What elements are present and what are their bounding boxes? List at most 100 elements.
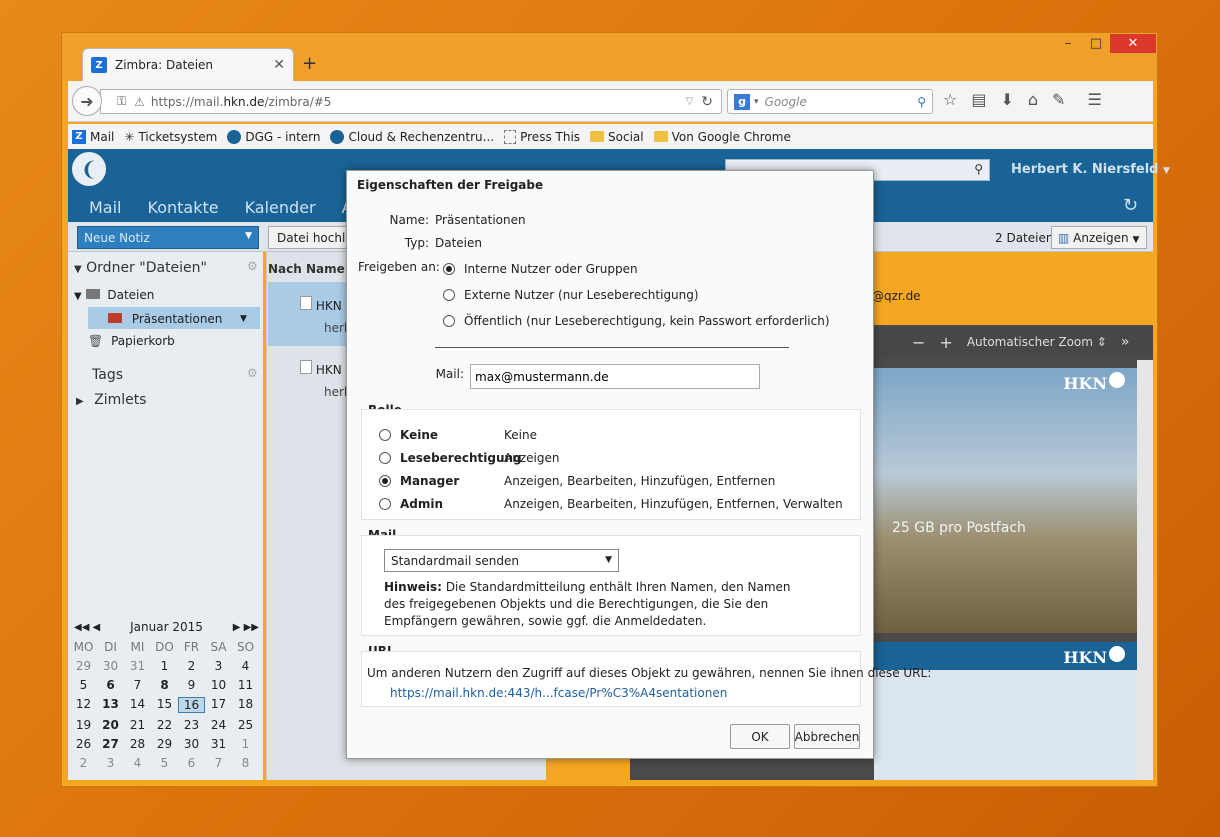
calendar-day[interactable]: 31 xyxy=(205,737,232,751)
refresh-icon[interactable]: ↻ xyxy=(1123,195,1138,216)
list-item[interactable]: HKN herb xyxy=(300,360,352,399)
calendar-day[interactable]: 26 xyxy=(70,737,97,751)
zoom-select[interactable]: Automatischer Zoom ⇕ xyxy=(967,335,1107,349)
calendar-day[interactable]: 23 xyxy=(178,718,205,732)
share-option-external[interactable]: Externe Nutzer (nur Leseberechtigung) xyxy=(443,288,699,302)
calendar-day[interactable]: 2 xyxy=(178,659,205,673)
calendar-day[interactable]: 11 xyxy=(232,678,259,692)
minimize-button[interactable]: – xyxy=(1054,34,1082,53)
folder-dateien[interactable]: ▼ Dateien xyxy=(74,288,154,302)
gear-icon[interactable]: ⚙ xyxy=(247,366,258,380)
calendar-day[interactable]: 2 xyxy=(70,756,97,770)
calendar-day[interactable]: 22 xyxy=(151,718,178,732)
calendar-day[interactable]: 4 xyxy=(232,659,259,673)
folder-papierkorb[interactable]: 🗑 Papierkorb xyxy=(88,334,175,348)
view-button[interactable]: ▥ Anzeigen ▼ xyxy=(1051,226,1147,249)
close-window-button[interactable]: ✕ xyxy=(1110,34,1156,53)
bookmark-press-this[interactable]: Press This xyxy=(504,129,580,144)
expand-icon[interactable]: ▶ xyxy=(76,396,84,407)
download-icon[interactable]: ⬇ xyxy=(1000,90,1013,109)
bookmark-star-icon[interactable]: ☆ xyxy=(943,90,957,109)
bookmark-ticketsystem[interactable]: ✳ Ticketsystem xyxy=(124,130,217,144)
calendar-day[interactable]: 1 xyxy=(232,737,259,751)
calendar-day[interactable]: 24 xyxy=(205,718,232,732)
home-icon[interactable]: ⌂ xyxy=(1028,90,1038,109)
calendar-day[interactable]: 27 xyxy=(97,737,124,751)
double-chevron-icon[interactable]: » xyxy=(1121,334,1130,350)
viewer-scrollbar[interactable] xyxy=(1137,360,1153,780)
role-leseberechtigung[interactable]: Leseberechtigung xyxy=(379,451,522,465)
radio-role-keine[interactable] xyxy=(379,429,391,441)
reload-icon[interactable]: ↻ xyxy=(701,94,713,110)
ok-button[interactable]: OK xyxy=(730,724,790,749)
calendar-day[interactable]: 31 xyxy=(124,659,151,673)
calendar-day[interactable]: 6 xyxy=(178,756,205,770)
dropdown-arrow-icon[interactable]: ▽ xyxy=(686,96,694,107)
calendar-day[interactable]: 30 xyxy=(178,737,205,751)
address-bar[interactable]: ⚿ ⚠ https://mail. hkn.de/zimbra/#5 ▽ ↻ xyxy=(100,89,722,114)
calendar-day[interactable]: 25 xyxy=(232,718,259,732)
calendar-day[interactable]: 7 xyxy=(205,756,232,770)
chevron-down-icon[interactable]: ▼ xyxy=(245,231,252,241)
pin-icon[interactable]: ✎ xyxy=(1052,90,1065,109)
maximize-button[interactable]: □ xyxy=(1082,34,1110,53)
tab-kontakte[interactable]: Kontakte xyxy=(148,198,219,217)
calendar-day[interactable]: 3 xyxy=(205,659,232,673)
folder-praesentationen[interactable]: Präsentationen ▼ xyxy=(108,312,247,326)
radio-external[interactable] xyxy=(443,289,455,301)
calendar-day[interactable]: 29 xyxy=(151,737,178,751)
radio-internal[interactable] xyxy=(443,263,455,275)
prev-year-icon[interactable]: ◀◀ ◀ xyxy=(74,622,100,633)
calendar-day[interactable]: 10 xyxy=(205,678,232,692)
bookmark-social[interactable]: Social xyxy=(590,130,644,144)
new-note-button[interactable]: Neue Notiz ▼ xyxy=(77,226,259,249)
calendar-day[interactable]: 7 xyxy=(124,678,151,692)
chevron-down-icon[interactable]: ▼ xyxy=(240,314,247,324)
close-tab-icon[interactable]: ✕ xyxy=(273,57,285,73)
back-button[interactable]: ➜ xyxy=(72,86,102,116)
role-manager[interactable]: Manager xyxy=(379,474,459,488)
mail-type-select[interactable]: Standardmail senden ▼ xyxy=(384,549,619,572)
zimlets-header[interactable]: ▶ Zimlets xyxy=(76,392,147,408)
calendar-day[interactable]: 19 xyxy=(70,718,97,732)
calendar-day[interactable]: 17 xyxy=(205,697,232,713)
search-icon[interactable]: ⚲ xyxy=(974,162,983,176)
calendar-day[interactable]: 18 xyxy=(232,697,259,713)
user-menu[interactable]: Herbert K. Niersfeld ▼ xyxy=(1011,162,1170,177)
role-keine[interactable]: Keine xyxy=(379,428,438,442)
mail-input[interactable] xyxy=(470,364,760,389)
radio-role-admin[interactable] xyxy=(379,498,391,510)
calendar-day[interactable]: 4 xyxy=(124,756,151,770)
radio-role-leseberechtigung[interactable] xyxy=(379,452,391,464)
list-item[interactable]: HKN herb xyxy=(300,296,352,335)
gear-icon[interactable]: ⚙ xyxy=(247,259,258,273)
sort-header[interactable]: Nach Name s xyxy=(268,262,356,276)
tab-kalender[interactable]: Kalender xyxy=(245,198,316,217)
upload-file-button[interactable]: Datei hochlad xyxy=(268,226,350,249)
cancel-button[interactable]: Abbrechen xyxy=(794,724,860,749)
zoom-out-icon[interactable]: − xyxy=(912,333,925,352)
radio-role-manager[interactable] xyxy=(379,475,391,487)
search-bar[interactable]: g ▾ Google ⚲ xyxy=(727,89,933,114)
bookmark-mail[interactable]: Z Mail xyxy=(72,129,114,144)
calendar-day[interactable]: 30 xyxy=(97,659,124,673)
calendar-day[interactable]: 16 xyxy=(178,697,205,713)
calendar-day[interactable]: 20 xyxy=(97,718,124,732)
search-icon[interactable]: ⚲ xyxy=(917,95,926,109)
bookmark-cloud[interactable]: Cloud & Rechenzentru... xyxy=(330,129,494,144)
menu-icon[interactable]: ☰ xyxy=(1087,90,1101,109)
tab-zimbra-dateien[interactable]: Z Zimbra: Dateien ✕ xyxy=(82,48,294,81)
zoom-in-icon[interactable]: + xyxy=(939,333,952,352)
calendar-day[interactable]: 13 xyxy=(97,697,124,713)
calendar-day[interactable]: 29 xyxy=(70,659,97,673)
search-engine-dropdown-icon[interactable]: ▾ xyxy=(754,97,759,107)
collapse-icon[interactable]: ▼ xyxy=(74,291,82,302)
calendar-day[interactable]: 9 xyxy=(178,678,205,692)
calendar-day[interactable]: 14 xyxy=(124,697,151,713)
calendar-day[interactable]: 3 xyxy=(97,756,124,770)
radio-public[interactable] xyxy=(443,315,455,327)
calendar-day[interactable]: 15 xyxy=(151,697,178,713)
share-url-link[interactable]: https://mail.hkn.de:443/h...fcase/Pr%C3%… xyxy=(390,686,727,700)
calendar-day[interactable]: 8 xyxy=(151,678,178,692)
calendar-day[interactable]: 6 xyxy=(97,678,124,692)
